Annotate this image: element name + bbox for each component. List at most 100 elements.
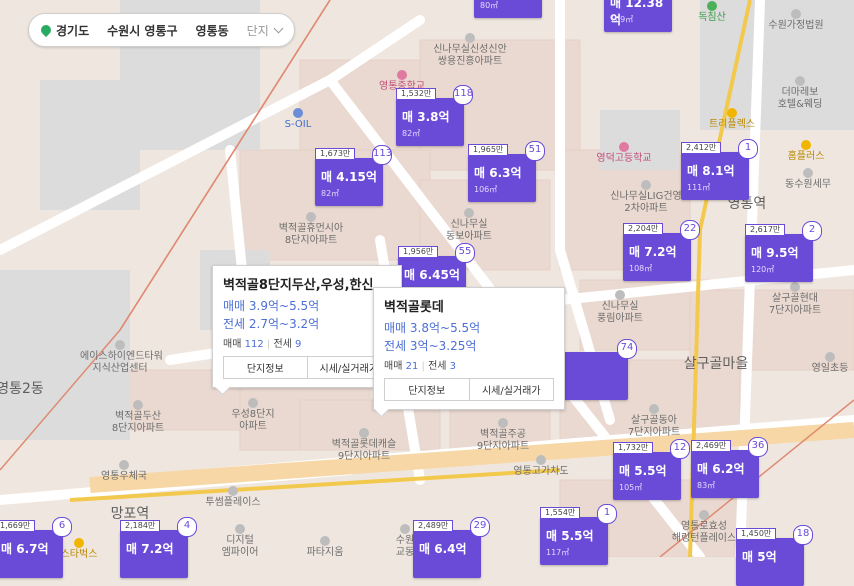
price-per-pyeong: 2,489만 [413, 520, 454, 531]
map-poi-label[interactable]: 신나무실신성신안 쌍용진흥아파트 [430, 33, 510, 68]
complex-price-marker[interactable]: 2,617만 매 9.5억 120㎡ 2 [745, 221, 822, 282]
complex-info-button[interactable]: 단지정보 [385, 379, 469, 400]
map-poi-label[interactable]: 디지털 엠파이어 [200, 524, 280, 559]
poi-name: 살구골현대 7단지아파트 [768, 293, 822, 316]
complex-price-marker[interactable]: 1,732만 매 5.5억 105㎡ 12 [613, 439, 690, 500]
breadcrumb-complex[interactable]: 단지 [238, 22, 273, 39]
market-price-button[interactable]: 시세/실거래가 [468, 379, 554, 400]
marker-area: 106㎡ [474, 185, 498, 194]
map-poi-label[interactable]: 신나무실 풍림아파트 [580, 290, 660, 325]
map-poi-label[interactable]: 살구골현대 7단지아파트 [755, 282, 835, 317]
map-poi-label[interactable]: S-OIL [258, 108, 338, 131]
poi-name: 수원 교동 [395, 535, 415, 558]
complex-price-marker[interactable]: 80㎡ [474, 0, 542, 18]
poi-name: 트리플렉스 [709, 119, 755, 130]
price-per-pyeong: 1,673만 [315, 148, 356, 159]
poi-icon [699, 510, 709, 520]
complex-price-marker[interactable]: 2,412만 매 8.1억 111㎡ 1 [681, 139, 758, 200]
price-per-pyeong: 2,204만 [623, 223, 664, 234]
poi-icon [235, 524, 245, 534]
map-poi-label[interactable]: 홈플러스 [766, 140, 846, 163]
listing-count-badge: 1 [738, 139, 758, 159]
complex-price-marker[interactable]: 1,554만 매 5.5억 117㎡ 1 [540, 504, 617, 565]
poi-name: 영일초등 [811, 363, 849, 374]
listing-count-badge: 22 [680, 220, 700, 240]
complex-price-marker[interactable]: 1,669만 매 6.7억 6 [0, 517, 72, 578]
map-poi-label[interactable]: 영일초등 [790, 352, 854, 375]
map-poi-label[interactable]: 망포역 [90, 507, 170, 521]
breadcrumb-province[interactable]: 경기도 [47, 22, 98, 39]
map-poi-label[interactable]: 영통로효성 해링턴플레이스 [664, 510, 744, 545]
marker-price: 매 7.2억 [629, 245, 677, 259]
map-poi-label[interactable]: 파타지움 [285, 536, 365, 559]
map-poi-label[interactable]: 투썸플레이스 [193, 486, 273, 509]
popup-title: 벽적골롯데 [384, 300, 444, 315]
map-poi-label[interactable]: 영덕고등학교 [584, 142, 664, 165]
map-poi-label[interactable]: 영통고가차도 [501, 455, 581, 478]
marker-price: 매 4.15억 [321, 170, 377, 184]
poi-icon [306, 212, 316, 222]
listing-count-badge: 55 [455, 243, 475, 263]
map-poi-label[interactable]: 신나무실LIG건영 2차아파트 [606, 180, 686, 215]
listing-count-badge: 2 [802, 221, 822, 241]
poi-icon [825, 352, 835, 362]
popup-listing-counts: 매매 21 | 전세 3 [384, 361, 457, 372]
map-poi-label[interactable]: 벽적골휴먼시아 8단지아파트 [271, 212, 351, 247]
complex-price-marker[interactable]: 2,489만 매 6.4억 29 [413, 517, 490, 578]
map-poi-label[interactable]: 벽적골두산 8단지아파트 [98, 400, 178, 435]
price-per-pyeong: 1,450만 [736, 528, 777, 539]
breadcrumb-city[interactable]: 수원시 영통구 [98, 22, 186, 39]
complex-price-marker[interactable]: 2,204만 매 7.2억 108㎡ 22 [623, 220, 700, 281]
poi-name: 살구골마을 [683, 356, 749, 372]
complex-price-marker[interactable]: 1,532만 매 3.8억 82㎡ 118 [396, 85, 473, 146]
poi-icon [498, 418, 508, 428]
map-poi-label[interactable]: 동수원세무 [768, 168, 848, 191]
complex-popup-2: 벽적골롯데 매매 3.8억~5.5억 전세 3억~3.25억 매매 21 | 전… [373, 287, 565, 418]
complex-price-marker[interactable]: 1,673만 매 4.15억 82㎡ 113 [315, 145, 392, 206]
map-poi-label[interactable]: 독침산 [672, 1, 752, 24]
map-poi-label[interactable]: 에이스하이엔드타워 지식산업센터 [80, 340, 163, 375]
listing-count-badge: 36 [748, 437, 768, 457]
map-poi-label[interactable]: 우성8단지 아파트 [213, 398, 293, 433]
poi-icon [465, 33, 475, 43]
poi-name: 벽적골주공 9단지아파트 [476, 429, 530, 452]
sale-label: 매매 [384, 361, 403, 372]
complex-price-marker[interactable]: 2,184만 매 7.2억 4 [120, 517, 197, 578]
marker-price: 매 8.1억 [687, 164, 735, 178]
popup-title: 벽적골8단지두산,우성,한신 [223, 278, 374, 293]
complex-price-marker[interactable]: 1,450만 매 5억 18 [736, 525, 813, 586]
listing-count-badge: 113 [372, 145, 392, 165]
poi-name: 신나무실신성신안 쌍용진흥아파트 [433, 44, 507, 67]
map-poi-label[interactable]: 트리플렉스 [692, 108, 772, 131]
marker-price: 매 6.45억 [404, 268, 460, 282]
map-poi-label[interactable]: 더마레보 호텔&웨딩 [760, 76, 840, 111]
lease-label: 전세 [428, 361, 447, 372]
poi-icon [727, 108, 737, 118]
complex-price-marker[interactable]: 매 12.38억 109㎡ [604, 0, 672, 32]
map-poi-label[interactable]: 벽적골주공 9단지아파트 [463, 418, 543, 453]
complex-price-marker[interactable]: 2,469만 매 6.2억 83㎡ 36 [691, 437, 768, 498]
breadcrumb-dong[interactable]: 영통동 [187, 22, 238, 39]
map-poi-label[interactable]: 살구골마을 [676, 356, 756, 372]
complex-price-marker[interactable]: 74 [560, 339, 637, 400]
map-poi-label[interactable]: 영통2동 [0, 382, 60, 396]
poi-icon [119, 460, 129, 470]
map-poi-label[interactable]: 영통우체국 [84, 460, 164, 483]
map-poi-label[interactable]: 살구골동아 7단지아파트 [614, 404, 694, 439]
marker-area: 120㎡ [751, 265, 775, 274]
poi-icon [293, 108, 303, 118]
chevron-down-icon[interactable] [273, 23, 284, 34]
marker-price: 매 6.2억 [697, 462, 745, 476]
complex-info-button[interactable]: 단지정보 [224, 357, 307, 378]
poi-icon [320, 536, 330, 546]
price-per-pyeong: 2,412만 [681, 142, 722, 153]
poi-name: 디지털 엠파이어 [221, 535, 259, 558]
map-poi-label[interactable]: 수원가정법원 [756, 9, 836, 32]
poi-name: 파타지움 [306, 547, 344, 558]
poi-icon [397, 70, 407, 80]
map-poi-label[interactable]: 벽적골롯데캐슬 9단지아파트 [324, 428, 404, 463]
poi-name: 신나무실 동보아파트 [446, 219, 492, 242]
poi-name: 영덕고등학교 [596, 153, 652, 164]
map-poi-label[interactable]: 신나무실 동보아파트 [429, 208, 509, 243]
complex-price-marker[interactable]: 1,965만 매 6.3억 106㎡ 51 [468, 141, 545, 202]
